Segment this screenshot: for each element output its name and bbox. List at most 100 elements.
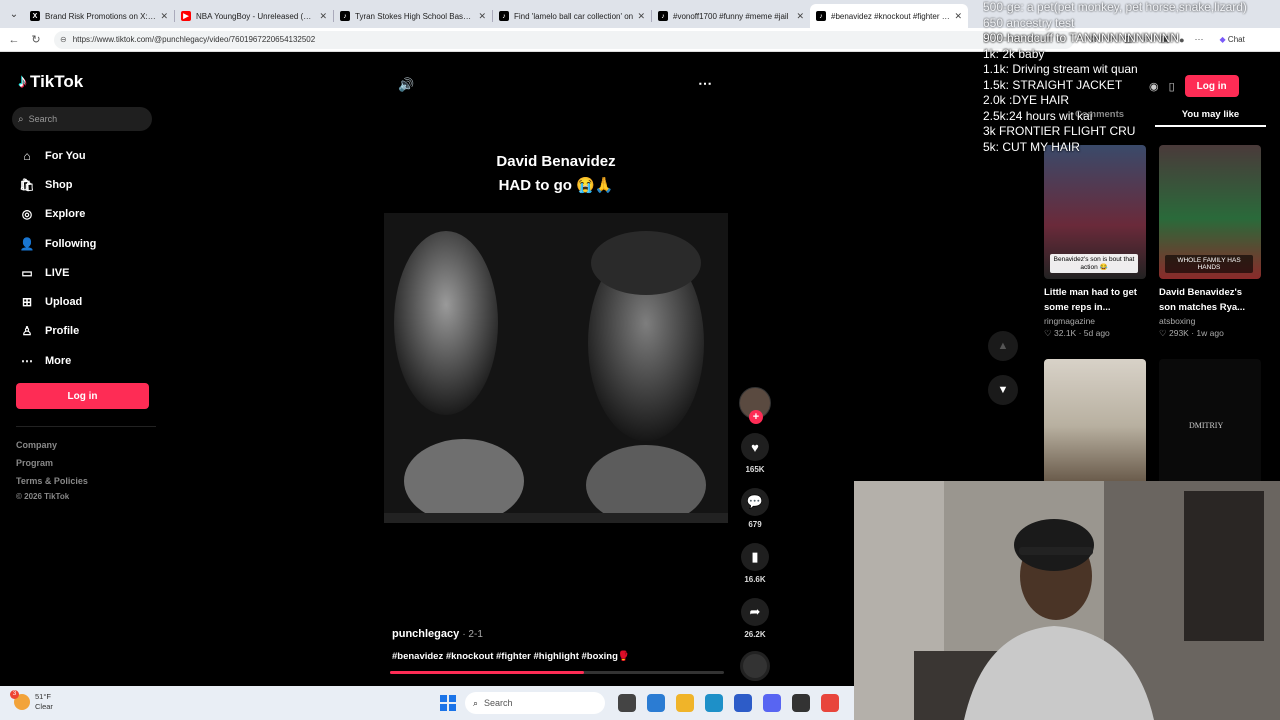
file-explorer-icon[interactable]	[676, 694, 694, 712]
video-actions: + ♥ 165K 💬 679 ▮ 16.6K ➦ 26.2K	[737, 387, 773, 681]
sidebar-item-explore[interactable]: ◎ Explore	[16, 200, 96, 229]
search-icon: ⌕	[473, 697, 479, 708]
share-action[interactable]: ➦ 26.2K	[737, 598, 773, 639]
url-field[interactable]: ⊖ https://www.tiktok.com/@punchlegacy/vi…	[54, 30, 1074, 49]
sidebar-item-following[interactable]: 👤 Following	[16, 229, 97, 258]
share-arrow-icon[interactable]: ➦	[741, 598, 769, 626]
video-frame	[384, 213, 728, 523]
recommended-card[interactable]	[1044, 359, 1146, 493]
music-disc-icon[interactable]	[740, 651, 770, 681]
reload-icon[interactable]: ↻	[28, 33, 44, 46]
tiktok-icon: ♪	[499, 11, 509, 21]
close-tab-icon[interactable]: ✕	[796, 11, 804, 22]
taskbar-search[interactable]: ⌕ Search	[465, 692, 605, 714]
taskbar-apps	[618, 694, 839, 712]
following-icon: 👤	[19, 236, 35, 251]
follow-plus-icon[interactable]: +	[749, 410, 763, 424]
site-info-icon[interactable]: ⊖	[60, 35, 67, 44]
search-box[interactable]: ⌕	[12, 107, 152, 131]
browser-tab[interactable]: ♪ #vonoff1700 #funny #meme #jail ✕	[652, 4, 810, 28]
heart-icon[interactable]: ♥	[741, 433, 769, 461]
recommended-card[interactable]: DMITRIY	[1159, 359, 1261, 493]
next-video-chevron-down-icon[interactable]: ▼	[988, 375, 1018, 405]
card-stats: ♡ 32.1K · 5d ago	[1044, 328, 1110, 338]
sidebar-item-shop[interactable]: 🛍 Shop	[16, 170, 96, 199]
stream-goals-overlay: 500-ge: a pet(pet monkey, pet horse,snak…	[983, 0, 1247, 154]
comment-icon[interactable]: 💬	[741, 488, 769, 516]
live-icon: ▭	[21, 265, 33, 280]
footer-links: Company Program Terms & Policies © 2026 …	[16, 436, 88, 504]
video-progress-fill	[390, 671, 584, 674]
sidebar-item-more[interactable]: ⋯ More	[16, 346, 96, 375]
footer-link-company[interactable]: Company	[16, 436, 88, 454]
video-player[interactable]: David Benavidez HAD to go 😭🙏	[384, 139, 730, 529]
weather-widget[interactable]: 3 51°F Clear	[10, 690, 53, 712]
video-author[interactable]: punchlegacy · 2-1	[392, 628, 483, 640]
weather-sun-icon: 3	[10, 690, 30, 710]
home-icon: ⌂	[23, 148, 31, 163]
search-input[interactable]	[28, 114, 139, 124]
browser-tab[interactable]: ♪ Tyran Stokes High School Basketb ✕	[334, 4, 492, 28]
divider	[16, 426, 156, 427]
tab-list-chevron-icon[interactable]: ⌄	[4, 4, 24, 24]
sidebar-item-live[interactable]: ▭ LIVE	[16, 258, 96, 287]
more-options-icon[interactable]: ⋯	[698, 75, 712, 92]
app-icon[interactable]	[792, 694, 810, 712]
browser-tab[interactable]: ▶ NBA YoungBoy - Unreleased (LIVE) ✕	[175, 4, 333, 28]
sidebar-item-for-you[interactable]: ⌂ For You	[16, 141, 96, 170]
previous-video-chevron-up-icon[interactable]: ▲	[988, 331, 1018, 361]
comment-action[interactable]: 💬 679	[737, 488, 773, 529]
recommended-card[interactable]: Benavidez's son is bout that action 😂 Li…	[1044, 145, 1146, 339]
search-icon: ⌕	[18, 113, 24, 125]
sidebar-item-profile[interactable]: ♙ Profile	[16, 317, 96, 346]
footer-link-terms[interactable]: Terms & Policies	[16, 472, 88, 490]
close-tab-icon[interactable]: ✕	[478, 11, 486, 22]
video-caption: David Benavidez HAD to go 😭🙏	[496, 153, 616, 194]
youtube-icon: ▶	[181, 11, 191, 21]
chrome-icon[interactable]	[821, 694, 839, 712]
windows-start-icon[interactable]	[440, 695, 456, 711]
profile-icon: ♙	[21, 324, 33, 339]
shop-icon: 🛍	[19, 177, 35, 192]
recommended-card[interactable]: WHOLE FAMILY HAS HANDS David Benavidez's…	[1159, 145, 1261, 339]
windows-taskbar: 3 51°F Clear ⌕ Search	[0, 686, 854, 720]
tiktok-icon: ♪	[658, 11, 668, 21]
video-progress-bar[interactable]	[390, 671, 724, 674]
footer-link-program[interactable]: Program	[16, 454, 88, 472]
volume-icon[interactable]: 🔊	[398, 77, 414, 93]
video-hashtags[interactable]: #benavidez #knockout #fighter #highlight…	[392, 651, 630, 662]
webcam-image	[854, 481, 1280, 720]
back-arrow-icon[interactable]: ←	[6, 34, 22, 46]
video-thumbnail[interactable]: DMITRIY	[1159, 359, 1261, 493]
sidebar: ♪ TikTok ⌕ ⌂For You 🛍Shop ◎Explore 👤Foll…	[4, 53, 164, 686]
video-frame-image	[384, 213, 728, 523]
compass-icon: ◎	[21, 207, 33, 222]
tiktok-logo[interactable]: ♪ TikTok	[18, 71, 83, 92]
save-action[interactable]: ▮ 16.6K	[737, 543, 773, 584]
browser-tab-active[interactable]: ♪ #benavidez #knockout #fighter #hi ✕	[810, 4, 968, 28]
upload-icon: ⊞	[21, 295, 33, 310]
tiktok-icon: ♪	[816, 11, 826, 21]
close-tab-icon[interactable]: ✕	[637, 11, 645, 22]
close-tab-icon[interactable]: ✕	[160, 11, 168, 22]
author-avatar[interactable]: +	[739, 387, 771, 424]
heart-icon: ♡	[1159, 328, 1167, 338]
sidebar-item-upload[interactable]: ⊞ Upload	[16, 287, 96, 316]
close-tab-icon[interactable]: ✕	[319, 11, 327, 22]
webcam-feed	[854, 481, 1280, 720]
close-tab-icon[interactable]: ✕	[954, 11, 962, 22]
copilot-icon[interactable]	[647, 694, 665, 712]
browser-tab[interactable]: ♪ Find 'lamelo ball car collection' on ✕	[493, 4, 651, 28]
task-view-icon[interactable]	[618, 694, 636, 712]
tiktok-icon: ♪	[340, 11, 350, 21]
edge-browser-icon[interactable]	[705, 694, 723, 712]
bookmark-icon[interactable]: ▮	[741, 543, 769, 571]
video-thumbnail[interactable]	[1044, 359, 1146, 493]
store-icon[interactable]	[734, 694, 752, 712]
login-button[interactable]: Log in	[16, 383, 149, 409]
screen: ⌄ X Brand Risk Promotions on X: "Bra ✕ ▶…	[0, 0, 1280, 720]
like-action[interactable]: ♥ 165K	[737, 433, 773, 474]
discord-icon[interactable]	[763, 694, 781, 712]
card-stats: ♡ 293K · 1w ago	[1159, 328, 1224, 338]
browser-tab[interactable]: X Brand Risk Promotions on X: "Bra ✕	[24, 4, 174, 28]
